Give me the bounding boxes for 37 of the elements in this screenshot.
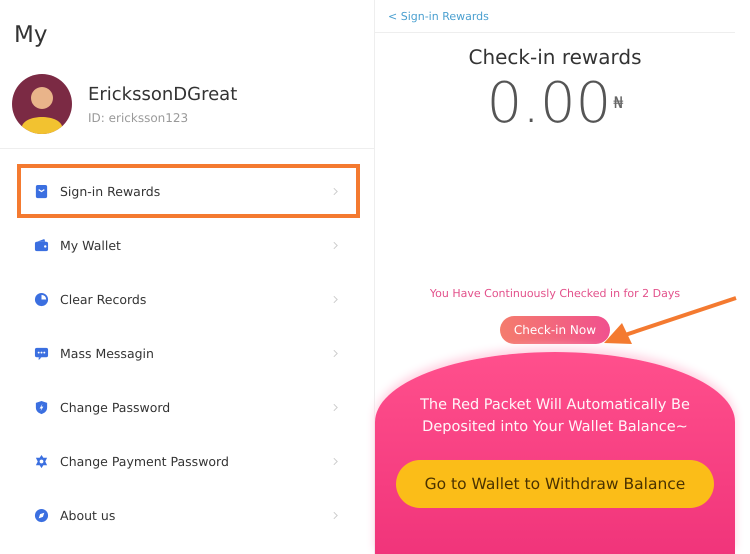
- menu-item[interactable]: Mass Messagin: [17, 326, 360, 380]
- menu-item[interactable]: Sign-in Rewards: [17, 164, 360, 218]
- menu-item[interactable]: My Wallet: [17, 218, 360, 272]
- currency-symbol: ₦: [613, 93, 624, 112]
- menu-label: Clear Records: [60, 292, 148, 306]
- wallet-icon: [34, 238, 49, 252]
- user-id: ID: ericksson123: [88, 110, 190, 124]
- page-title: Check-in rewards: [468, 45, 642, 69]
- withdraw-button[interactable]: Go to Wallet to Withdraw Balance: [396, 460, 714, 508]
- streak-text: You Have Continuously Checked in for 2 Days: [430, 287, 680, 300]
- screen-title: My: [13, 21, 48, 50]
- menu-label: Mass Messagin: [60, 346, 155, 360]
- chevron-icon: [333, 348, 338, 358]
- menu-item[interactable]: Clear Records: [17, 272, 360, 326]
- reward-amount: 0.00: [486, 71, 612, 137]
- pie-chart-icon: [34, 292, 49, 306]
- user-name: ErickssonDGreat: [88, 84, 238, 104]
- menu-item[interactable]: Change Password: [17, 380, 360, 434]
- document-icon: [34, 184, 49, 198]
- chevron-icon: [333, 402, 338, 412]
- gear-icon: [34, 454, 49, 468]
- chevron-icon: [333, 240, 338, 250]
- chat-icon: [34, 346, 49, 360]
- compass-icon: [34, 508, 49, 522]
- menu-label: Sign-in Rewards: [60, 184, 162, 198]
- menu-item[interactable]: About us: [17, 488, 360, 542]
- menu-label: Change Payment Password: [60, 454, 230, 468]
- chevron-icon: [333, 510, 338, 520]
- menu-label: About us: [60, 508, 116, 522]
- menu-item[interactable]: Change Payment Password: [17, 434, 360, 488]
- menu-label: My Wallet: [60, 238, 122, 252]
- chevron-icon: [333, 456, 338, 466]
- menu-label: Change Password: [60, 400, 172, 414]
- chevron-icon: [333, 294, 338, 304]
- chevron-icon: [333, 186, 338, 196]
- shield-icon: [34, 400, 49, 414]
- panel-message: The Red Packet Will Automatically Be Deposited into Your Wallet Balance~: [419, 396, 691, 437]
